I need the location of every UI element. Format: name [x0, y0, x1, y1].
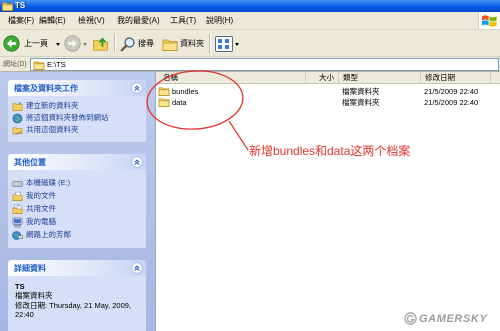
- file-list: 名稱 大小 類型 修改日期 bundles 檔案資料夾 21/5/2009 22…: [155, 72, 500, 331]
- column-label: 類型: [343, 73, 358, 82]
- panel-title: 詳細資料: [14, 264, 46, 273]
- toolbar-separator: [114, 34, 115, 53]
- panel-title: 檔案及資料夾工作: [14, 84, 78, 93]
- panel-header[interactable]: 其他位置: [8, 154, 146, 170]
- local-disk-icon: [12, 178, 23, 189]
- folder-icon: [158, 86, 170, 96]
- menu-favorites[interactable]: 我的最愛(A): [117, 16, 160, 26]
- panel-title: 其他位置: [14, 158, 46, 167]
- window-title: TS: [15, 1, 26, 10]
- task-label: 共用這個資料夾: [26, 125, 79, 134]
- menu-bar: 檔案(F) 編輯(E) 檢視(V) 我的最愛(A) 工具(T) 說明(H): [0, 12, 500, 30]
- file-name: data: [172, 98, 187, 107]
- dropdown-arrow-icon[interactable]: [83, 43, 87, 46]
- task-share-folder[interactable]: 共用這個資料夾: [8, 124, 146, 136]
- place-my-documents[interactable]: 我的文件: [8, 190, 146, 203]
- column-type[interactable]: 類型: [339, 72, 421, 83]
- address-label: 網址(D): [3, 61, 27, 68]
- details-panel: 詳細資料 TS 檔案資料夾 修改日期: Thursday, 21 May, 20…: [8, 260, 146, 331]
- file-type: 檔案資料夾: [342, 87, 380, 96]
- file-modified: 21/5/2009 22:40: [424, 87, 479, 96]
- column-modified[interactable]: 修改日期: [421, 72, 491, 83]
- place-label: 我的文件: [26, 191, 56, 200]
- network-places-icon: [12, 230, 23, 241]
- panel-header[interactable]: 檔案及資料夾工作: [8, 80, 146, 96]
- dropdown-arrow-icon[interactable]: [235, 43, 239, 46]
- details-name: TS: [15, 282, 25, 291]
- folders-button[interactable]: 資料夾: [180, 39, 204, 49]
- panel-body: 本機磁碟 (E:) 我的文件 共用文件 我的電腦 網路上的芳鄰: [8, 170, 146, 248]
- panel-body: 建立新的資料夾 將這個資料夾發佈到網站 共用這個資料夾: [8, 96, 146, 142]
- gamersky-logo-icon: [404, 312, 417, 325]
- column-size[interactable]: 大小: [306, 72, 339, 83]
- place-local-disk[interactable]: 本機磁碟 (E:): [8, 177, 146, 190]
- column-header: 名稱 大小 類型 修改日期: [156, 72, 500, 84]
- column-name[interactable]: 名稱: [156, 72, 306, 83]
- place-label: 本機磁碟 (E:): [26, 178, 71, 187]
- views-icon[interactable]: [215, 36, 233, 52]
- back-button[interactable]: 上一頁: [24, 39, 48, 49]
- folder-icon: [2, 1, 13, 11]
- my-documents-icon: [12, 191, 23, 202]
- details-type: 檔案資料夾: [15, 291, 53, 300]
- place-network-places[interactable]: 網路上的芳鄰: [8, 229, 146, 242]
- windows-logo-icon: [478, 12, 500, 29]
- file-folder-tasks-panel: 檔案及資料夾工作 建立新的資料夾 將這個資料夾發佈到網站 共用這個資料夾: [8, 80, 146, 142]
- panel-body: TS 檔案資料夾 修改日期: Thursday, 21 May, 2009, 2…: [8, 276, 146, 331]
- address-value: E:\TS: [47, 60, 66, 69]
- chevron-up-icon[interactable]: [131, 82, 143, 94]
- file-name: bundles: [172, 87, 199, 96]
- back-arrow-icon[interactable]: [3, 35, 20, 52]
- menu-help[interactable]: 說明(H): [206, 16, 233, 26]
- column-label: 大小: [319, 73, 334, 82]
- up-folder-icon[interactable]: [92, 35, 109, 52]
- watermark: GAMERSKY: [419, 313, 488, 325]
- place-label: 共用文件: [26, 204, 56, 213]
- panel-header[interactable]: 詳細資料: [8, 260, 146, 276]
- menu-file[interactable]: 檔案(F): [8, 16, 34, 26]
- folder-icon: [158, 97, 170, 107]
- file-row[interactable]: bundles 檔案資料夾 21/5/2009 22:40: [156, 86, 500, 97]
- shared-documents-icon: [12, 204, 23, 215]
- task-label: 將這個資料夾發佈到網站: [26, 113, 109, 122]
- task-label: 建立新的資料夾: [26, 101, 79, 110]
- address-bar: 網址(D) E:\TS: [0, 57, 500, 72]
- place-label: 網路上的芳鄰: [26, 230, 71, 239]
- dropdown-arrow-icon[interactable]: [56, 43, 60, 46]
- menu-view[interactable]: 檢視(V): [78, 16, 105, 26]
- chevron-up-icon[interactable]: [131, 262, 143, 274]
- search-button[interactable]: 搜尋: [138, 39, 154, 49]
- details-modified: 修改日期: Thursday, 21 May, 2009, 22:40: [15, 301, 132, 319]
- title-bar[interactable]: TS: [0, 0, 500, 12]
- share-folder-icon: [12, 125, 23, 136]
- address-input[interactable]: E:\TS: [30, 58, 499, 71]
- menu-edit[interactable]: 編輯(E): [39, 16, 66, 26]
- chevron-up-icon[interactable]: [131, 156, 143, 168]
- annotation-text: 新增bundles和data这两个档案: [249, 144, 411, 158]
- menu-tools[interactable]: 工具(T): [170, 16, 196, 26]
- place-my-computer[interactable]: 我的電腦: [8, 216, 146, 229]
- column-label: 修改日期: [425, 73, 455, 82]
- toolbar-separator: [209, 34, 210, 53]
- task-pane: 檔案及資料夾工作 建立新的資料夾 將這個資料夾發佈到網站 共用這個資料夾 其他位…: [0, 72, 155, 331]
- file-type: 檔案資料夾: [342, 98, 380, 107]
- task-new-folder[interactable]: 建立新的資料夾: [8, 100, 146, 112]
- new-folder-icon: [12, 101, 23, 112]
- folder-icon: [33, 60, 45, 70]
- place-label: 我的電腦: [26, 217, 56, 226]
- folders-icon[interactable]: [162, 36, 178, 52]
- file-row[interactable]: data 檔案資料夾 21/5/2009 22:40: [156, 97, 500, 108]
- task-publish-folder[interactable]: 將這個資料夾發佈到網站: [8, 112, 146, 124]
- place-shared-documents[interactable]: 共用文件: [8, 203, 146, 216]
- toolbar: 上一頁 搜尋 資料夾: [0, 30, 500, 57]
- file-modified: 21/5/2009 22:40: [424, 98, 479, 107]
- my-computer-icon: [12, 217, 23, 228]
- other-places-panel: 其他位置 本機磁碟 (E:) 我的文件 共用文件 我的電腦 網路上的芳鄰: [8, 154, 146, 248]
- search-icon[interactable]: [120, 36, 136, 52]
- column-label: 名稱: [163, 73, 178, 82]
- publish-web-icon: [12, 113, 23, 124]
- forward-arrow-icon[interactable]: [64, 35, 81, 52]
